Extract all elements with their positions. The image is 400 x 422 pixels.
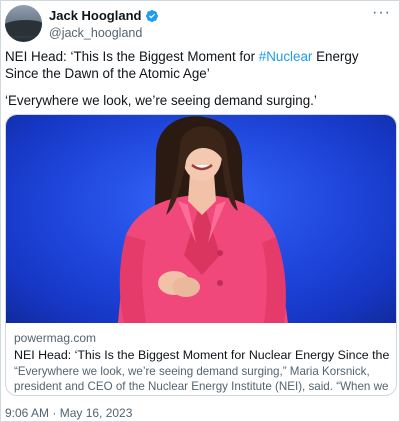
more-options-icon[interactable]: ··· xyxy=(372,5,391,21)
avatar-landscape xyxy=(5,20,42,36)
tweet-header: Jack Hoogland @jack_hoogland ··· xyxy=(5,5,393,45)
verified-badge-icon xyxy=(145,9,159,23)
tweet-timestamp[interactable]: 9:06 AM · May 16, 2023 xyxy=(5,406,132,420)
link-preview-image[interactable] xyxy=(6,115,396,323)
link-domain[interactable]: powermag.com xyxy=(14,331,96,345)
link-title[interactable]: NEI Head: ‘This Is the Biggest Moment fo… xyxy=(14,348,390,362)
avatar[interactable] xyxy=(5,5,42,42)
hashtag-link[interactable]: #Nuclear xyxy=(259,49,313,64)
tweet-card: Jack Hoogland @jack_hoogland ··· NEI Hea… xyxy=(0,0,400,422)
speaker-photo xyxy=(6,115,396,323)
link-description: “Everywhere we look, we’re seeing demand… xyxy=(14,365,389,393)
tweet-text-part: NEI Head: ‘This Is the Biggest Moment fo… xyxy=(5,49,259,64)
author-handle[interactable]: @jack_hoogland xyxy=(49,26,142,40)
author-display-name[interactable]: Jack Hoogland xyxy=(49,8,141,23)
tweet-text: NEI Head: ‘This Is the Biggest Moment fo… xyxy=(5,48,393,82)
author-name-row: Jack Hoogland xyxy=(49,8,159,23)
link-preview-card[interactable]: powermag.com NEI Head: ‘This Is the Bigg… xyxy=(5,114,397,396)
tweet-quote-line: ‘Everywhere we look, we’re seeing demand… xyxy=(5,93,317,108)
